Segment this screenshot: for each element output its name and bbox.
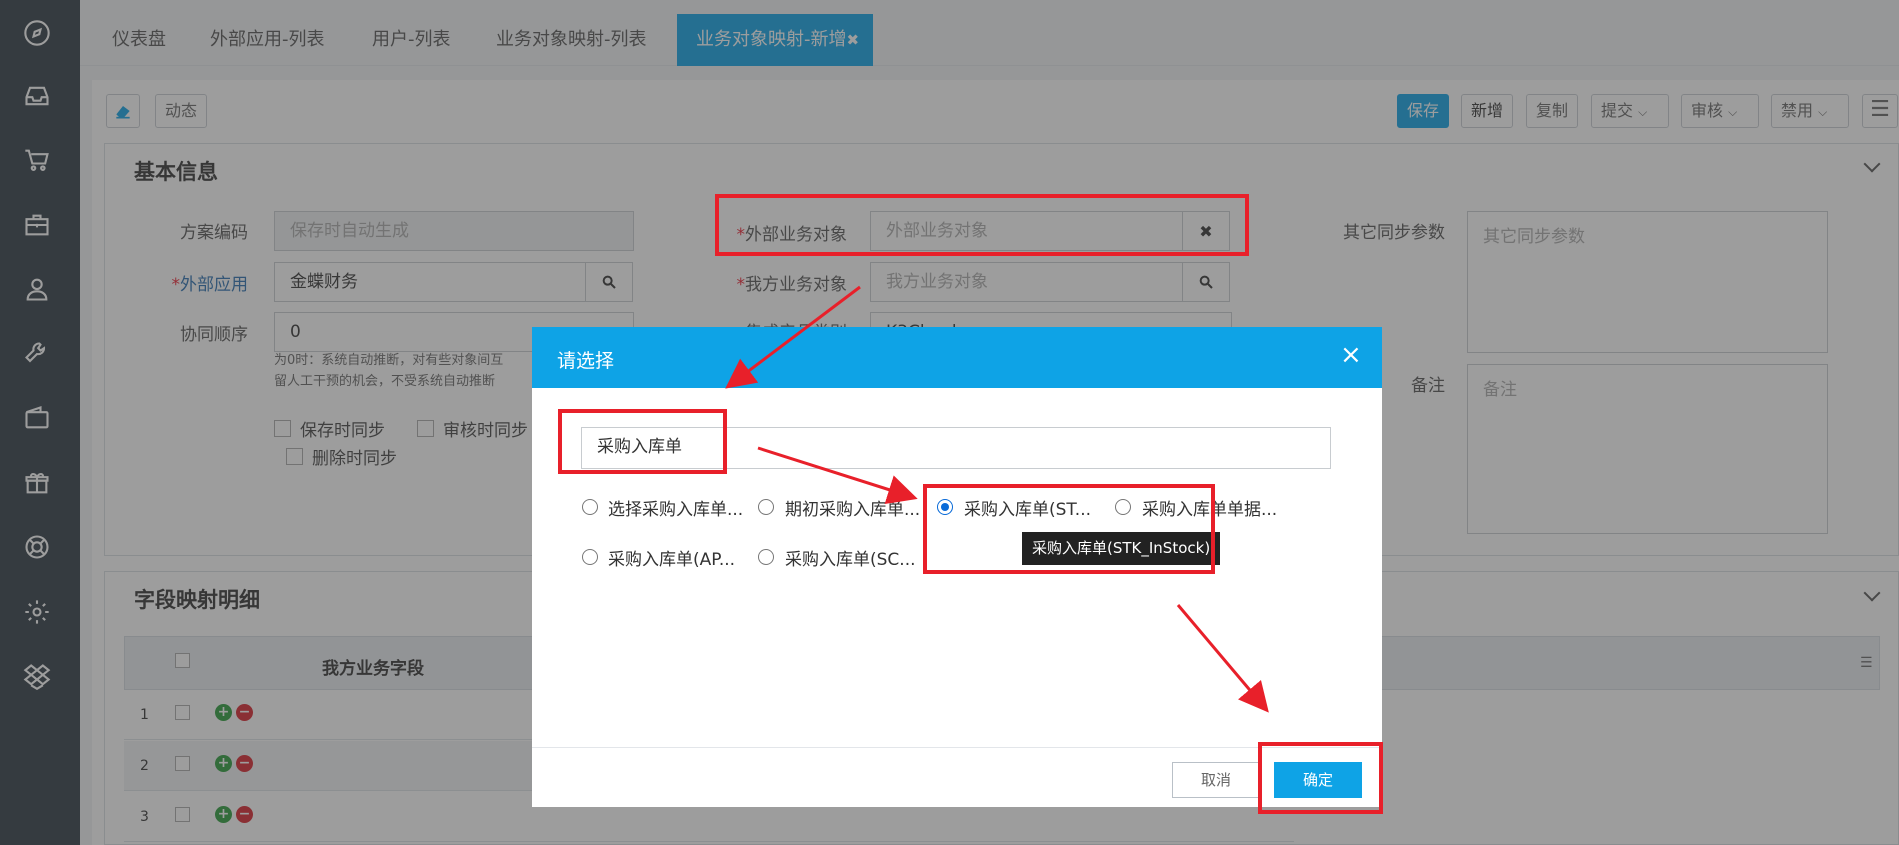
- option-label-4[interactable]: 采购入库单(AP...: [608, 545, 735, 570]
- option-radio-1[interactable]: [758, 499, 774, 515]
- dialog-title: 请选择: [557, 350, 615, 372]
- option-label-0[interactable]: 选择采购入库单...: [608, 495, 743, 520]
- option-label-1[interactable]: 期初采购入库单...: [785, 495, 920, 520]
- close-icon[interactable]: ×: [1340, 341, 1362, 369]
- dialog-header: 请选择 ×: [532, 327, 1382, 388]
- highlight-ext-object: [715, 194, 1249, 256]
- highlight-selected-option: [923, 484, 1215, 574]
- option-radio-4[interactable]: [582, 549, 598, 565]
- option-radio-0[interactable]: [582, 499, 598, 515]
- cancel-button[interactable]: 取消: [1172, 762, 1260, 798]
- option-radio-5[interactable]: [758, 549, 774, 565]
- dialog-footer-divider: [532, 747, 1382, 748]
- highlight-search: [558, 409, 727, 474]
- highlight-confirm: [1258, 742, 1383, 814]
- option-label-5[interactable]: 采购入库单(SC...: [785, 545, 916, 570]
